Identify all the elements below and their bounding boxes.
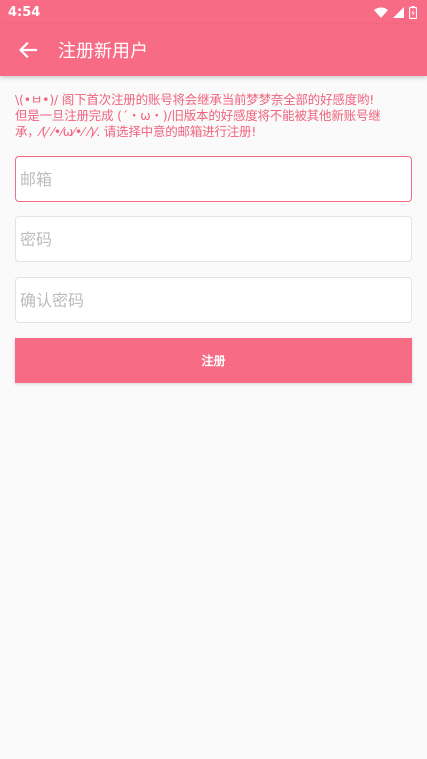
notice-line-2: 但是一旦注册完成 (´・ω・)/旧版本的好感度将不能被其他新账号继 [15, 108, 381, 123]
app-bar: 注册新用户 [0, 24, 427, 76]
password-input[interactable] [16, 217, 411, 261]
email-field-container [15, 156, 412, 202]
status-bar: 4:54 [0, 0, 427, 24]
battery-icon [409, 5, 417, 19]
confirm-password-field-container [15, 277, 412, 323]
back-button[interactable] [0, 24, 56, 76]
status-time: 4:54 [8, 4, 41, 20]
notice-line-1: \(•ㅂ•)/ 阁下首次注册的账号将会继承当前梦梦奈全部的好感度哟! [15, 92, 375, 107]
notice-line-3: 承，⁄(⁄ ⁄•⁄ω⁄•⁄ ⁄)⁄. 请选择中意的邮箱进行注册! [15, 124, 257, 139]
status-icons [374, 5, 417, 19]
signal-icon [393, 6, 404, 18]
confirm-password-input[interactable] [16, 278, 411, 322]
page-title: 注册新用户 [58, 41, 148, 62]
email-input[interactable] [16, 157, 411, 201]
register-button[interactable]: 注册 [15, 338, 412, 383]
password-field-container [15, 216, 412, 262]
notice-block: \(•ㅂ•)/ 阁下首次注册的账号将会继承当前梦梦奈全部的好感度哟! 但是一旦注… [15, 92, 412, 140]
arrow-left-icon [19, 42, 37, 58]
wifi-icon [374, 7, 388, 18]
